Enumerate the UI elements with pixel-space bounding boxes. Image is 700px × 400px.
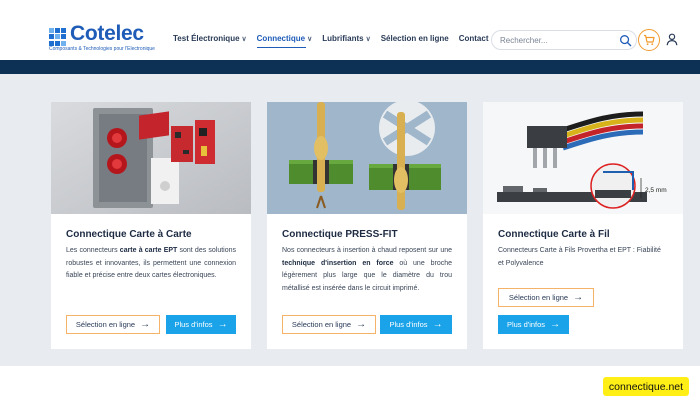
dimension-label: 2,5 mm [645,187,667,194]
nav-item-contact[interactable]: Contact [459,34,489,43]
logo-tagline: Composants & Technologies pour l'Electro… [49,46,155,52]
chevron-down-icon: ∨ [365,36,371,43]
main-nav: Test Électronique ∨ Connectique ∨ Lubrifia… [173,34,499,48]
nav-item-label: Sélection en ligne [380,34,449,43]
cart-button[interactable] [638,29,660,51]
button-label: Sélection en ligne [75,320,136,329]
selection-en-ligne-button[interactable]: Sélection en ligne → [282,315,376,334]
search-input[interactable] [500,34,610,47]
button-label: Plus d'infos [389,320,428,329]
arrow-right-icon: → [140,318,151,330]
arrow-right-icon: → [550,318,561,330]
domain-badge: connectique.net [603,377,689,396]
logo-mark-icon [49,28,67,46]
header-band [0,60,700,74]
chevron-down-icon: ∨ [307,36,313,43]
card-text-part: Les connecteurs [66,247,120,254]
nav-item-label: Connectique [256,34,306,43]
arrow-right-icon: → [432,318,443,330]
card-title: Connectique Carte à Fil [498,229,610,240]
cart-icon [644,34,655,46]
plus-infos-button[interactable]: Plus d'infos → [498,315,569,334]
plus-infos-button[interactable]: Plus d'infos → [380,315,452,334]
card-title: Connectique PRESS-FIT [282,229,398,240]
search-box [491,30,637,50]
card-press-fit: Connectique PRESS-FIT Nos connecteurs à … [267,102,467,349]
card-text-part: Nos connecteurs à insertion à chaud repo… [282,247,452,254]
nav-item-connectique[interactable]: Connectique ∨ [256,34,313,48]
selection-en-ligne-button[interactable]: Sélection en ligne → [498,288,594,307]
arrow-right-icon: → [356,318,367,330]
card-title: Connectique Carte à Carte [66,229,192,240]
user-icon[interactable] [666,33,678,46]
logo-name: Cotelec [70,22,144,45]
product-category-section: Connectique Carte à Carte Les connecteur… [0,74,700,366]
nav-item-label: Contact [458,34,489,43]
plus-infos-button[interactable]: Plus d'infos → [166,315,236,334]
card-carte-a-fil: 2,5 mm Connectique Carte à Fil Connecteu… [483,102,683,349]
card-description: Nos connecteurs à insertion à chaud repo… [282,245,452,295]
nav-item-selection-en-ligne[interactable]: Sélection en ligne [381,34,449,43]
card-description: Les connecteurs carte à carte EPT sont d… [66,245,236,283]
card-carte-a-carte: Connectique Carte à Carte Les connecteur… [51,102,251,349]
card-image-carte-a-fil: 2,5 mm [483,102,683,214]
nav-item-lubrifiants[interactable]: Lubrifiants ∨ [322,34,370,43]
card-image-carte-a-carte [51,102,251,214]
chevron-down-icon: ∨ [241,36,247,43]
nav-item-label: Lubrifiants [322,34,364,43]
card-description: Connecteurs Carte à Fils Provertha et EP… [498,247,661,267]
card-text-bold: technique d'insertion en force [282,259,394,267]
card-text-bold: carte à carte EPT [119,247,178,254]
arrow-right-icon: → [573,291,584,303]
nav-item-label: Test Électronique [173,34,240,43]
selection-en-ligne-button[interactable]: Sélection en ligne → [66,315,160,334]
button-label: Sélection en ligne [291,320,352,329]
card-image-press-fit [267,102,467,214]
arrow-right-icon: → [217,318,228,330]
button-label: Plus d'infos [174,320,213,329]
site-header: Cotelec Composants & Technologies pour l… [0,0,700,60]
button-label: Plus d'infos [506,320,546,329]
search-icon[interactable] [619,34,632,47]
button-label: Sélection en ligne [508,293,569,302]
nav-item-test-electronique[interactable]: Test Électronique ∨ [173,34,247,43]
